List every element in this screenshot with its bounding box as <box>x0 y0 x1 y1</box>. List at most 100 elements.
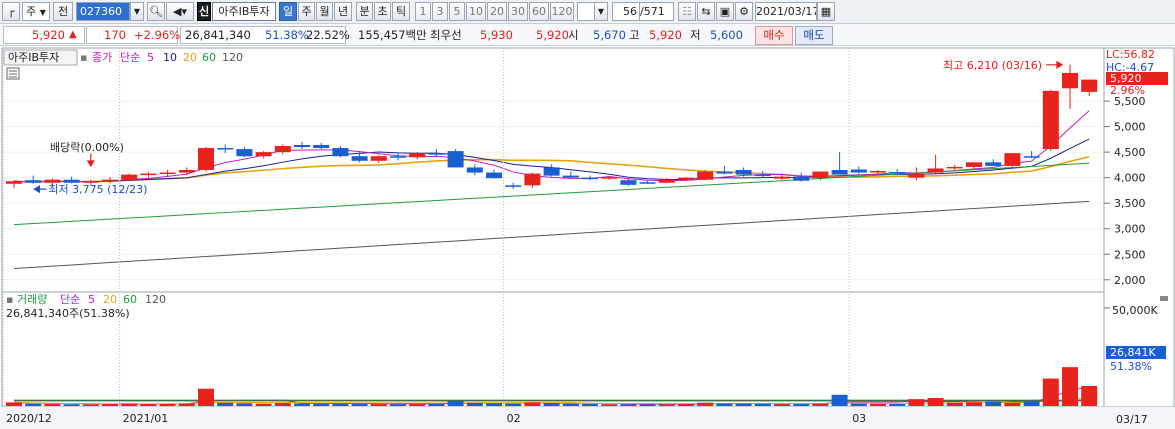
volume-bar <box>44 403 61 406</box>
save-icon[interactable]: ▣ <box>716 2 734 21</box>
trade-amount: 155,457백만 <box>358 28 427 42</box>
period-tab-week[interactable]: 주 <box>298 2 315 21</box>
interval-button-10[interactable]: 10 <box>466 2 486 21</box>
scope-button[interactable]: 전 <box>53 2 73 21</box>
y-tick-label: 4,000 <box>1114 172 1146 185</box>
candle-body <box>428 153 445 155</box>
interval-button-1[interactable]: 1 <box>415 2 431 21</box>
candle-body <box>409 153 426 158</box>
candle-body <box>831 170 848 175</box>
candle-body <box>639 182 656 184</box>
turnover-rate: 22.52% <box>306 28 350 42</box>
candle-body <box>25 180 42 183</box>
volume-panel-frame <box>1 291 1105 408</box>
period-tab-second[interactable]: 초 <box>374 2 391 21</box>
market-type-value: 주 <box>26 5 37 18</box>
candle-body <box>582 177 598 180</box>
interval-button-60[interactable]: 60 <box>529 2 549 21</box>
toolbar: ┌ 주 ▼ 전 027360 ▼ 🔍︎ ◀▾ 신 아주IB투자 일 주 월 년 … <box>0 0 1175 24</box>
sell-button[interactable]: 매도 <box>795 26 833 45</box>
volume-legend-marker-icon: ▪ <box>6 293 13 306</box>
stock-name-field[interactable]: 아주IB투자 <box>212 2 276 21</box>
y-tick-label: 5,000 <box>1114 121 1146 134</box>
date-tick-label: 2020/12 <box>6 412 52 425</box>
candle-body <box>889 172 906 174</box>
volume-legend-method: 단순 <box>60 293 80 306</box>
candle-body <box>236 149 253 157</box>
calendar-icon[interactable]: ▦ <box>817 2 835 21</box>
chevron-down-icon[interactable]: ▼ <box>594 2 608 21</box>
low-price: 5,600 <box>710 28 743 42</box>
period-tab-minute[interactable]: 분 <box>356 2 373 21</box>
volume-bar <box>1062 367 1078 406</box>
volume-legend-ma60: 60 <box>123 293 137 306</box>
candle-body <box>908 173 925 178</box>
candle-body <box>735 170 752 175</box>
chevron-down-icon: ▼ <box>39 8 46 17</box>
candle-body <box>1081 79 1098 92</box>
volume-bar <box>370 404 387 406</box>
y-tick-label: 5,500 <box>1114 95 1146 108</box>
candle-body <box>140 173 157 176</box>
volume-bar <box>1042 378 1059 406</box>
volume-bar <box>82 404 99 406</box>
page-counter-input[interactable]: 56 <box>612 2 640 21</box>
legend-close: 종가 <box>92 51 112 64</box>
stock-chart[interactable]: 2,000 2,500 3,000 3,500 4,000 4,500 5,000 5,500… <box>0 46 1175 429</box>
candle-body <box>774 176 790 179</box>
gear-icon[interactable]: ⚙ <box>735 2 753 21</box>
compress-icon[interactable]: ⇆ <box>697 2 715 21</box>
candle-body <box>697 171 714 180</box>
dividend-annotation: 배당락(0.00%) <box>50 141 124 154</box>
volume-bar <box>255 403 272 406</box>
volume-bar <box>217 402 234 406</box>
candle-body <box>620 180 637 185</box>
volume-bar <box>639 404 656 406</box>
interval-button-3[interactable]: 3 <box>432 2 448 21</box>
interval-button-20[interactable]: 20 <box>487 2 507 21</box>
volume-value: 26,841,340 <box>185 28 251 42</box>
volume-bar <box>1004 402 1021 406</box>
candle-body <box>850 169 867 173</box>
period-tab-month[interactable]: 월 <box>316 2 333 21</box>
volume-bar <box>831 394 848 406</box>
candle-body <box>178 170 195 173</box>
volume-bar <box>102 404 118 406</box>
volume-bar <box>6 402 22 406</box>
menu-icon[interactable]: ┌ <box>2 2 20 21</box>
candle-body <box>1004 153 1021 166</box>
volume-bar <box>198 388 214 406</box>
volume-legend-ma120: 120 <box>145 293 166 306</box>
search-icon[interactable]: 🔍︎ <box>147 2 165 21</box>
speaker-icon[interactable]: ◀▾ <box>166 2 194 21</box>
high-price: 5,920 <box>649 28 682 42</box>
interval-button-120[interactable]: 120 <box>550 2 574 21</box>
volume-bar <box>486 403 502 406</box>
stock-code-input[interactable]: 027360 <box>76 2 130 21</box>
candle-body <box>927 168 944 173</box>
market-type-select[interactable]: 주 ▼ <box>22 2 50 21</box>
volume-legend-ma5: 5 <box>88 293 95 306</box>
link-icon[interactable]: ☷ <box>678 2 696 21</box>
volume-bar <box>946 402 963 406</box>
volume-bar <box>390 404 406 406</box>
volume-bar <box>121 403 138 406</box>
period-tab-year[interactable]: 년 <box>334 2 352 21</box>
interval-button-5[interactable]: 5 <box>449 2 465 21</box>
volume-bar <box>985 401 1002 406</box>
buy-button[interactable]: 매수 <box>755 26 793 45</box>
volume-legend-ma20: 20 <box>103 293 117 306</box>
period-tab-tick[interactable]: 틱 <box>392 2 410 21</box>
volume-bar <box>466 402 483 406</box>
period-tab-day[interactable]: 일 <box>279 2 297 21</box>
date-field[interactable]: 2021/03/17 <box>755 2 817 21</box>
date-tick-label: 2021/01 <box>123 412 169 425</box>
volume-bar <box>793 404 810 406</box>
volume-bar <box>274 403 291 406</box>
code-dropdown-icon[interactable]: ▼ <box>130 2 144 21</box>
volume-bar <box>678 404 694 406</box>
min-price-annotation: 최저 3,775 (12/23) <box>48 183 147 196</box>
interval-button-30[interactable]: 30 <box>508 2 528 21</box>
candle-body <box>543 167 560 176</box>
panel-resize-handle[interactable] <box>1160 296 1168 301</box>
